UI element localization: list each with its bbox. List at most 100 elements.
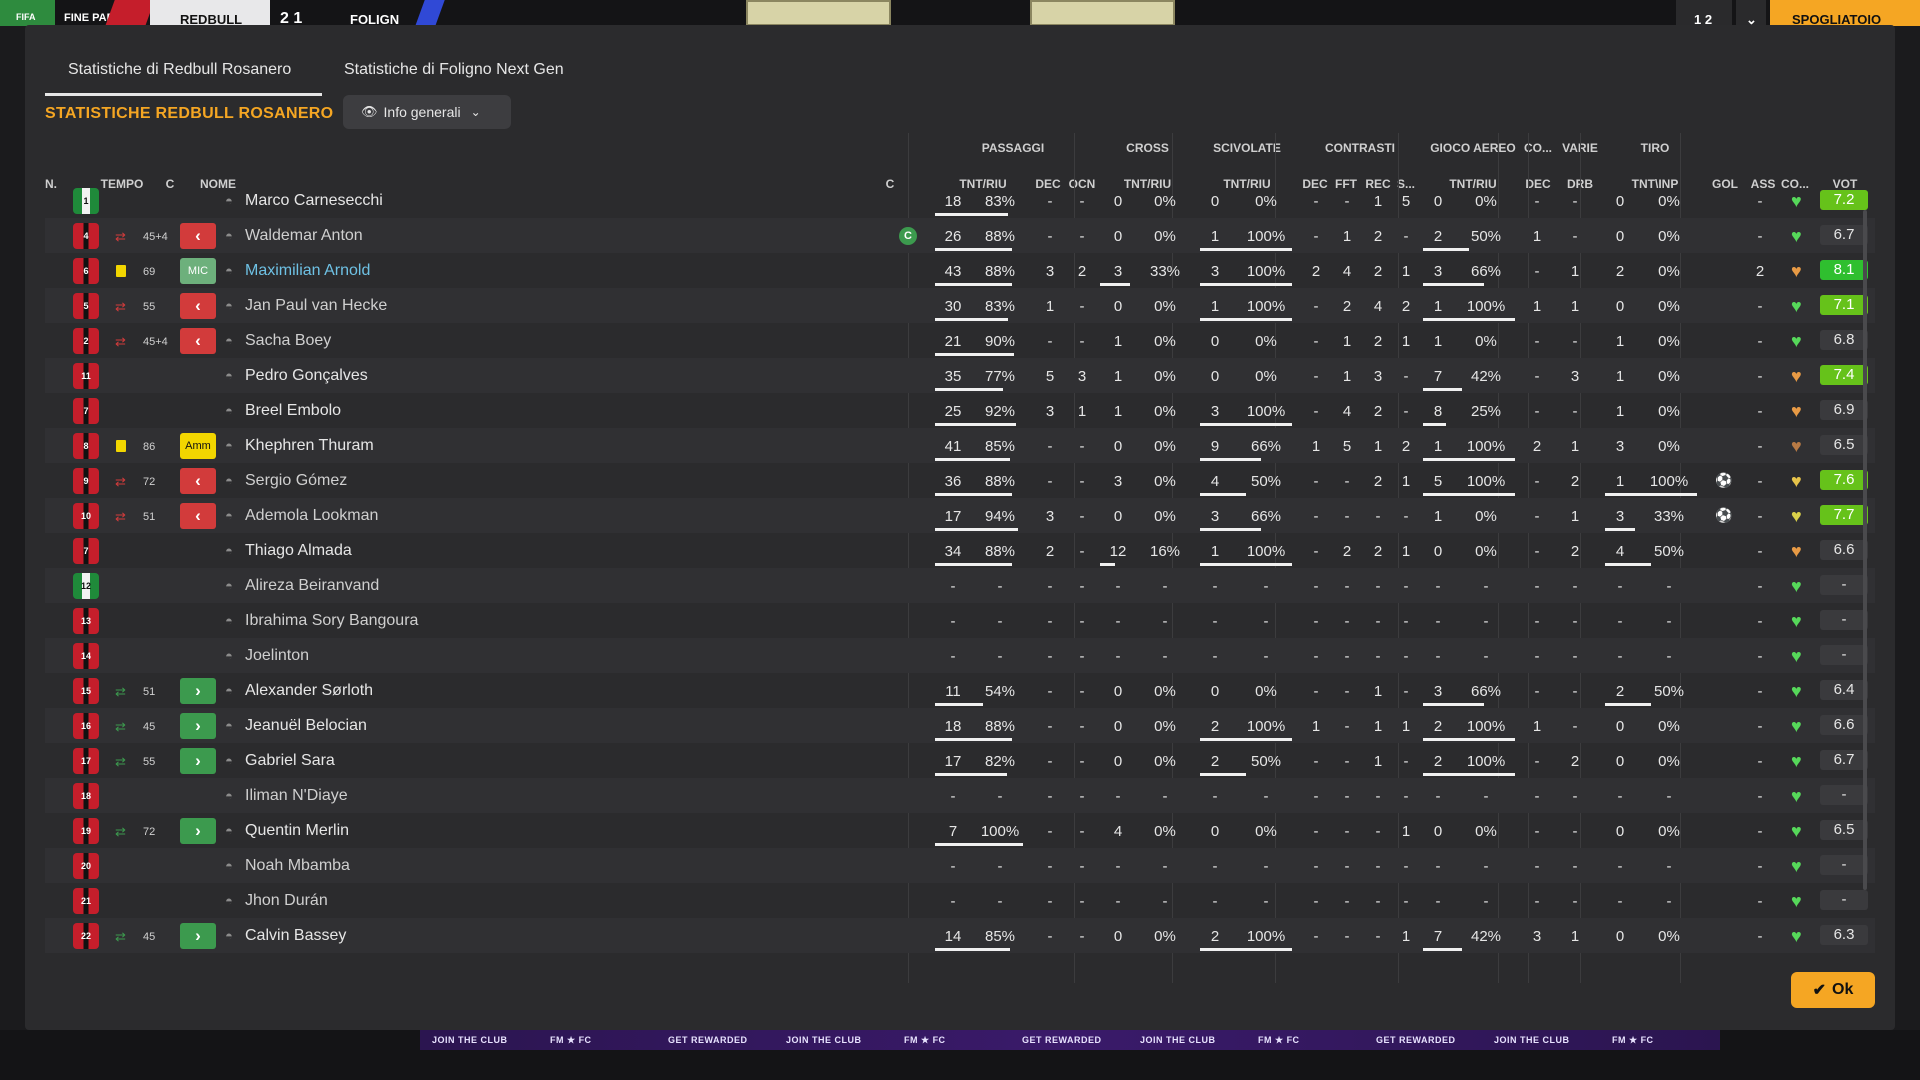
position-badge: MIC [180, 258, 216, 284]
pass-bar [935, 843, 1023, 846]
pass-ocn: - [1079, 193, 1085, 210]
contest-rec: - [1375, 823, 1381, 840]
table-row[interactable]: 17 ⇄ 55 › ◓ Gabriel Sara 17 82% - - 0 0% 2 50% - - 1 - 2 10… [45, 743, 1875, 778]
table-row[interactable]: 12 ◓ Alireza Beiranvand - - - - - - - - - - - - - - - - - - -… [45, 568, 1875, 603]
player-name[interactable]: Iliman N'Diaye [245, 787, 348, 805]
pass-attempts: - [950, 788, 956, 805]
table-row[interactable]: 21 ◓ Jhon Durán - - - - - - - - - - - - - - - - - - - ♥ - [45, 883, 1875, 918]
player-name[interactable]: Gabriel Sara [245, 752, 335, 770]
player-name[interactable]: Ademola Lookman [245, 507, 378, 525]
cross-attempts: 1 [1113, 403, 1123, 420]
table-row[interactable]: 16 ⇄ 45 › ◓ Jeanuël Belocian 18 88% - -0 0% 2 100% 1-… [45, 708, 1875, 743]
table-row[interactable]: 7 ◓ Thiago Almada 34 88% 2-12 16% 1 100% -2 2 1 0 0% -… [45, 533, 1875, 568]
table-row[interactable]: 2 ⇄ 45+4 ‹ ◓ Sacha Boey 21 90% - -1 0% 0 0% -1 2 1 1 0% - -… [45, 323, 1875, 358]
table-row[interactable]: 14 ◓ Joelinton - - - - - - - - - - - - - - - - - - - ♥ - [45, 638, 1875, 673]
pass-ocn: - [1079, 753, 1085, 770]
player-name[interactable]: Thiago Almada [245, 542, 352, 560]
table-row[interactable]: 13 ◓ Ibrahima Sory Bangoura - - - - - - - - - - - - - - -… [45, 603, 1875, 638]
match-rating: 6.6 [1820, 715, 1868, 735]
contest-rec: - [1375, 928, 1381, 945]
player-icon: ◓ [225, 298, 233, 313]
table-row[interactable]: 8 86 Amm ◓ Khephren Thuram 41 85% - - 0 0% 9 66% 1 5 1 2… [45, 428, 1875, 463]
sub-out-badge: ‹ [180, 503, 216, 529]
player-name[interactable]: Breel Embolo [245, 402, 341, 420]
shirt-number-icon: 17 [73, 748, 99, 774]
player-name[interactable]: Jeanuël Belocian [245, 717, 367, 735]
shot-pct: 0% [1658, 263, 1680, 280]
chevron-down-icon[interactable]: ⌄ [1736, 0, 1766, 27]
condition-heart-icon: ♥ [1791, 191, 1802, 211]
pass-pct: 92% [984, 403, 1016, 420]
table-row[interactable]: 9 ⇄ 72 ‹ ◓ Sergio Gómez 36 88% - - 3 0% 4 50% - - 2 1 5 100… [45, 463, 1875, 498]
pass-dec: - [1047, 683, 1053, 700]
cross-bar [1100, 283, 1131, 286]
aerial-bar [1423, 248, 1469, 251]
tackle-pct: 0% [1255, 193, 1277, 210]
aerial-bar [1423, 388, 1462, 391]
dribbles: - [1572, 193, 1578, 210]
table-row[interactable]: 15 ⇄ 51 › ◓ Alexander Sørloth 11 54% - - 0 0% 0 0% - - 1… [45, 673, 1875, 708]
contest-dec: - [1313, 578, 1319, 595]
shirt-number-icon: 22 [73, 923, 99, 949]
aerial-bar [1423, 283, 1484, 286]
table-row[interactable]: 1 ◓ Marco Carnesecchi 18 83% - - 0 0% 0 0% - - 1 5 0 0% -… [45, 183, 1875, 218]
player-name[interactable]: Sacha Boey [245, 332, 331, 350]
tab-home-stats[interactable]: Statistiche di Redbull Rosanero [68, 61, 291, 79]
pass-attempts: 43 [944, 263, 962, 280]
pass-dec: - [1047, 718, 1053, 735]
player-name[interactable]: Calvin Bassey [245, 927, 346, 945]
aerial-pct: - [1483, 648, 1489, 665]
aerial-pct: 100% [1466, 298, 1506, 315]
player-name[interactable]: Noah Mbamba [245, 857, 350, 875]
dressing-room-button[interactable]: SPOGLIATOIO [1770, 0, 1920, 27]
player-name[interactable]: Sergio Gómez [245, 472, 347, 490]
player-name[interactable]: Waldemar Anton [245, 227, 363, 245]
ok-button[interactable]: ✔ Ok [1791, 972, 1875, 1008]
table-row[interactable]: 22 ⇄ 45 › ◓ Calvin Bassey 14 85% - -0 0% 2 100% - - -1 7… [45, 918, 1875, 953]
player-name[interactable]: Maximilian Arnold [245, 262, 370, 280]
tackle-attempts: 0 [1210, 193, 1220, 210]
match-rating: 6.9 [1820, 400, 1868, 420]
shot-attempts: 1 [1615, 403, 1625, 420]
table-row[interactable]: 5 ⇄ 55 ‹ ◓ Jan Paul van Hecke 30 83% 1-0 0% 1 100% -… [45, 288, 1875, 323]
player-name[interactable]: Jhon Durán [245, 892, 328, 910]
player-name[interactable]: Quentin Merlin [245, 822, 349, 840]
player-name[interactable]: Alireza Beiranvand [245, 577, 379, 595]
table-row[interactable]: 11 ◓ Pedro Gonçalves 35 77% 5 3 1 0% 0 0% - 1 3 - 7 42% -… [45, 358, 1875, 393]
table-row[interactable]: 18 ◓ Iliman N'Diaye - - - - - - - - - - - - - - - - - - - ♥ - [45, 778, 1875, 813]
player-name[interactable]: Khephren Thuram [245, 437, 374, 455]
contest-rec: - [1375, 648, 1381, 665]
match-rating: - [1820, 610, 1868, 630]
table-row[interactable]: 10 ⇄ 51 ‹ ◓ Ademola Lookman 17 94% 3 - 0 0% 3 66% - - - -… [45, 498, 1875, 533]
table-row[interactable]: 19 ⇄ 72 › ◓ Quentin Merlin 7 100% - -4 0% 0 0% - - -1 0 0… [45, 813, 1875, 848]
player-name[interactable]: Ibrahima Sory Bangoura [245, 612, 418, 630]
result-chip[interactable]: 1 2 [1676, 0, 1732, 27]
contest-fft: - [1344, 928, 1350, 945]
contest-dec: - [1313, 368, 1319, 385]
section-title: STATISTICHE REDBULL ROSANERO [45, 105, 334, 122]
pass-dec: - [1047, 753, 1053, 770]
aerial-bar [1423, 948, 1462, 951]
player-name[interactable]: Joelinton [245, 647, 309, 665]
co-dec: - [1534, 473, 1540, 490]
assists: - [1757, 893, 1763, 910]
aerial-pct: 100% [1466, 473, 1506, 490]
stats-view-dropdown[interactable]: 👁 Info generali ⌄ [343, 95, 511, 129]
tab-away-stats[interactable]: Statistiche di Foligno Next Gen [344, 61, 564, 79]
table-row[interactable]: 4 ⇄ 45+4 ‹ ◓ Waldemar Anton C 26 88% - -0 0% 1 100% -1… [45, 218, 1875, 253]
table-row[interactable]: 7 ◓ Breel Embolo 25 92% 3 1 1 0% 3 100% - 4 2 - 8 25% - - 1… [45, 393, 1875, 428]
player-name[interactable]: Pedro Gonçalves [245, 367, 368, 385]
player-name[interactable]: Marco Carnesecchi [245, 192, 383, 210]
player-name[interactable]: Jan Paul van Hecke [245, 297, 387, 315]
player-icon: ◓ [225, 228, 233, 243]
contest-fft: - [1344, 788, 1350, 805]
contest-rec: - [1375, 578, 1381, 595]
shot-bar [1605, 528, 1636, 531]
substitution-icon: ⇄ [115, 719, 126, 734]
table-row[interactable]: 20 ◓ Noah Mbamba - - - - - - - - - - - - - - - - - - - ♥ - [45, 848, 1875, 883]
condition-heart-icon: ♥ [1791, 751, 1802, 771]
table-row[interactable]: 6 69 MIC ◓ Maximilian Arnold 43 88% 3 2 3 33% 3 100%… [45, 253, 1875, 288]
table-scrollbar[interactable] [1863, 210, 1867, 890]
tackle-bar [1200, 283, 1292, 286]
player-name[interactable]: Alexander Sørloth [245, 682, 373, 700]
